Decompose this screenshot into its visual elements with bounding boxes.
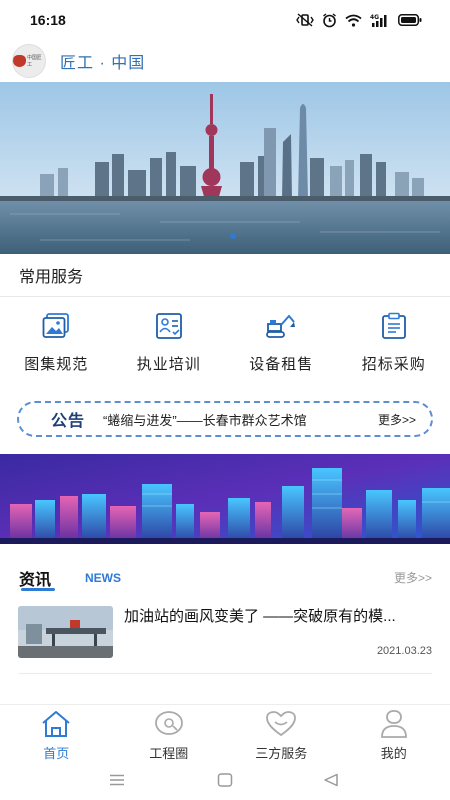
tender-document-icon [378,310,410,342]
service-training[interactable]: 执业培训 [113,310,226,390]
notice-bar[interactable]: 公告 “蜷缩与进发”——长春市群众艺术馆 更多>> [17,401,433,437]
divider [18,673,432,674]
notice-more-link[interactable]: 更多>> [378,411,416,428]
nav-label: 我的 [380,746,407,761]
notice-text[interactable]: “蜷缩与进发”——长春市群众艺术馆 [103,410,307,429]
app-title: 匠工 · 中国 [60,55,146,72]
app-logo: 中国匠工 [12,44,46,78]
news-more-link[interactable]: 更多>> [394,569,432,586]
service-atlas-standards[interactable]: 图集规范 [0,310,113,390]
alarm-icon [322,12,337,28]
bottom-tab-bar: 首页 工程圈 三方服务 我的 [0,704,450,762]
news-list-item[interactable]: 加油站的画风变美了 ——突破原有的模... 2021.03.23 [0,600,450,674]
heart-icon [265,709,297,739]
system-navigation-bar [0,762,450,800]
status-icons: 4G [296,12,422,28]
news-date: 2021.03.23 [376,645,432,657]
news-header: 资讯 NEWS 更多>> [0,560,450,592]
battery-icon [398,14,422,26]
home-icon [40,709,72,739]
status-bar: 16:18 4G [0,0,450,40]
service-tender[interactable]: 招标采购 [338,310,450,390]
service-label: 设备租售 [249,356,314,373]
home-square-icon[interactable] [216,771,234,789]
service-equipment[interactable]: 设备租售 [225,310,338,390]
vibrate-icon [296,13,314,27]
service-label: 图集规范 [24,356,89,373]
neon-city-image [0,454,450,544]
tab-home[interactable]: 首页 [0,705,113,762]
tab-third-party-services[interactable]: 三方服务 [225,705,338,762]
image-gallery-icon [40,310,72,342]
logo-text: 中国匠工 [27,55,42,68]
status-time: 16:18 [30,12,66,28]
signal-4g-icon: 4G [370,13,390,27]
hero-banner-carousel[interactable] [0,82,450,254]
news-title: 加油站的画风变美了 ——突破原有的模... [124,608,396,625]
tab-active-indicator [21,588,55,591]
tab-engineering-circle[interactable]: 工程圈 [113,705,226,762]
notice-label: 公告 [51,413,86,430]
service-label: 招标采购 [361,356,426,373]
news-english-label: NEWS [85,571,121,585]
skyline-image [0,82,450,254]
logo-emblem-icon [13,55,27,67]
menu-icon[interactable] [108,771,126,789]
service-label: 执业培训 [136,356,201,373]
wifi-icon [345,14,362,27]
svg-text:4G: 4G [370,14,379,21]
tab-news[interactable]: 资讯 [19,566,51,590]
chat-bubble-icon [153,709,185,739]
carousel-indicator-dot[interactable] [230,233,236,239]
nav-label: 工程圈 [149,746,189,761]
news-thumbnail [18,606,113,658]
common-services-grid: 图集规范 执业培训 设备租售 招标采购 [0,310,450,390]
common-services-title: 常用服务 [0,254,450,297]
tab-mine[interactable]: 我的 [338,705,450,762]
nav-label: 三方服务 [255,746,308,761]
nav-label: 首页 [43,746,70,761]
training-certificate-icon [153,310,185,342]
promo-banner[interactable] [0,454,450,544]
back-triangle-icon[interactable] [322,771,340,789]
app-header: 中国匠工 匠工 · 中国 [0,40,450,82]
excavator-icon [265,310,297,342]
user-icon [378,709,410,739]
